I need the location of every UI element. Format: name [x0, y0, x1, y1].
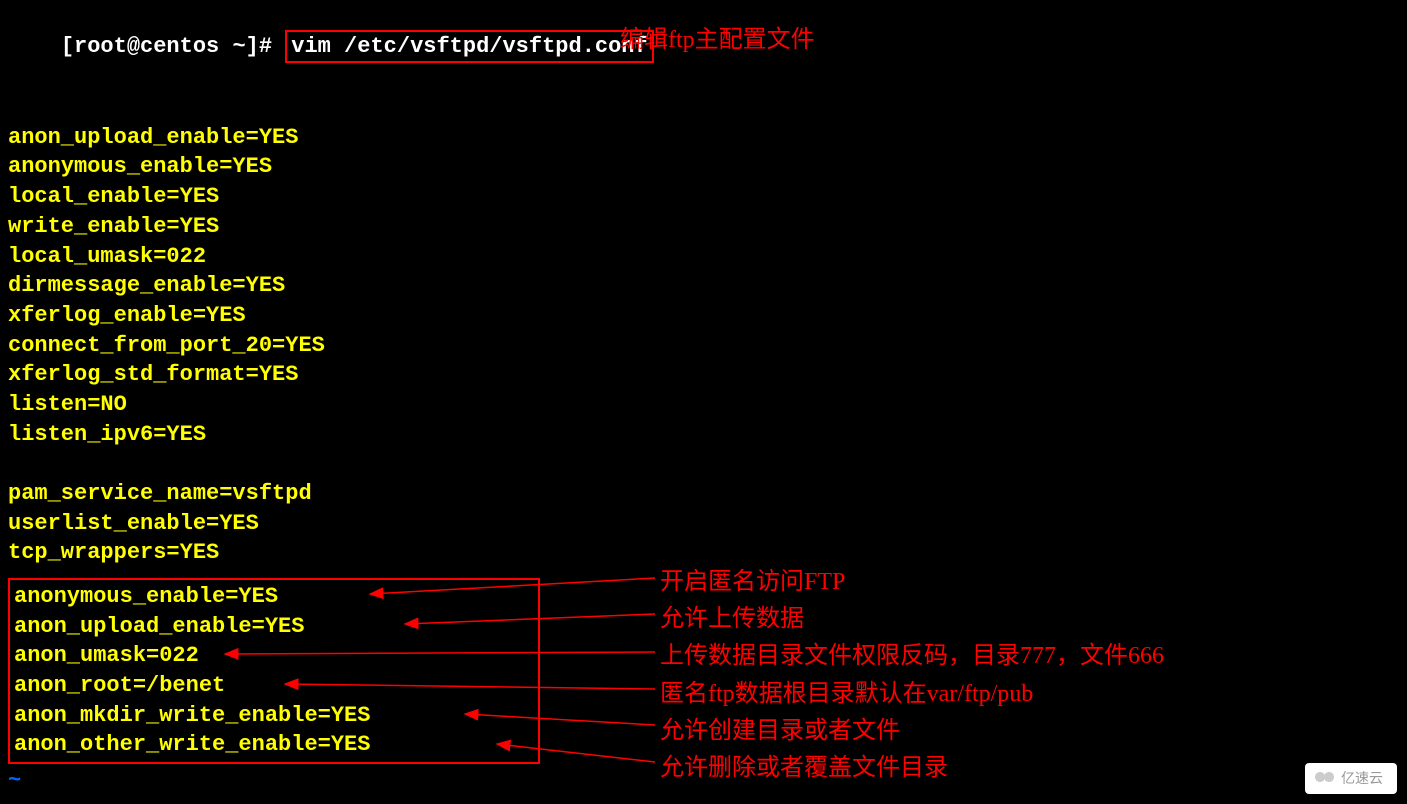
config-line: pam_service_name=vsftpd [8, 479, 1399, 509]
config-line: listen_ipv6=YES [8, 420, 1399, 450]
annotation-anon-umask: 上传数据目录文件权限反码，目录777，文件666 [660, 638, 1164, 675]
annotation-anon-enable: 开启匿名访问FTP [660, 564, 1164, 601]
config-line: local_umask=022 [8, 242, 1399, 272]
watermark-text: 亿速云 [1341, 770, 1383, 786]
watermark-badge: 亿速云 [1305, 763, 1397, 794]
vim-tilde-line: ~ [8, 766, 21, 796]
config-line: connect_from_port_20=YES [8, 331, 1399, 361]
vim-command: vim /etc/vsftpd/vsftpd.conf [291, 34, 647, 59]
config-line-anon-other: anon_other_write_enable=YES [14, 730, 534, 760]
blank-line [8, 449, 1399, 479]
config-line-anon-umask: anon_umask=022 [14, 641, 534, 671]
annotation-edit-config: 编辑ftp主配置文件 [620, 24, 815, 56]
annotation-anon-upload: 允许上传数据 [660, 601, 1164, 638]
command-highlight-box: vim /etc/vsftpd/vsftpd.conf [285, 30, 653, 64]
annotation-anon-root: 匿名ftp数据根目录默认在var/ftp/pub [660, 676, 1164, 713]
annotation-anon-mkdir: 允许创建目录或者文件 [660, 713, 1164, 750]
config-line-anon-enable: anonymous_enable=YES [14, 582, 534, 612]
config-line: userlist_enable=YES [8, 509, 1399, 539]
config-line: xferlog_enable=YES [8, 301, 1399, 331]
config-line: write_enable=YES [8, 212, 1399, 242]
shell-prompt: [root@centos ~]# [61, 34, 272, 59]
config-line: anon_upload_enable=YES [8, 123, 1399, 153]
config-line: anonymous_enable=YES [8, 152, 1399, 182]
config-line: local_enable=YES [8, 182, 1399, 212]
config-line-anon-mkdir: anon_mkdir_write_enable=YES [14, 701, 534, 731]
blank-line [8, 93, 1399, 123]
config-line-anon-root: anon_root=/benet [14, 671, 534, 701]
anon-config-block: anonymous_enable=YES anon_upload_enable=… [8, 578, 540, 764]
config-line: listen=NO [8, 390, 1399, 420]
annotations-block2: 开启匿名访问FTP 允许上传数据 上传数据目录文件权限反码，目录777，文件66… [660, 564, 1164, 787]
annotation-anon-other: 允许删除或者覆盖文件目录 [660, 750, 1164, 787]
config-line: xferlog_std_format=YES [8, 360, 1399, 390]
config-line: dirmessage_enable=YES [8, 271, 1399, 301]
config-line-anon-upload: anon_upload_enable=YES [14, 612, 534, 642]
anon-config-highlight-box: anonymous_enable=YES anon_upload_enable=… [8, 578, 540, 764]
terminal-window[interactable]: [root@centos ~]# vim /etc/vsftpd/vsftpd.… [0, 0, 1407, 568]
